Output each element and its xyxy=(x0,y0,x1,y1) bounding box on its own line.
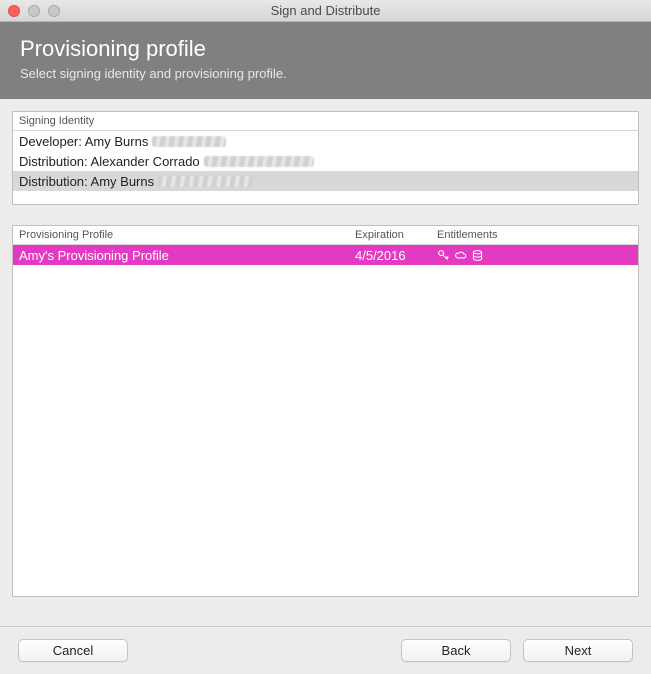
content-area: Signing Identity Developer: Amy Burns Dis… xyxy=(0,99,651,597)
page-title: Provisioning profile xyxy=(20,36,631,62)
provisioning-profile-row[interactable]: Amy's Provisioning Profile4/5/2016 xyxy=(13,245,638,265)
signing-identity-header: Signing Identity xyxy=(13,112,638,131)
page-subtitle: Select signing identity and provisioning… xyxy=(20,66,631,81)
cancel-button[interactable]: Cancel xyxy=(18,639,128,662)
header-banner: Provisioning profile Select signing iden… xyxy=(0,22,651,99)
provisioning-profile-header: Provisioning Profile Expiration Entitlem… xyxy=(13,226,638,245)
minimize-window-button[interactable] xyxy=(28,5,40,17)
column-header-expiration: Expiration xyxy=(349,226,431,244)
signing-identity-list: Signing Identity Developer: Amy Burns Dis… xyxy=(12,111,639,205)
signing-identity-header-label: Signing Identity xyxy=(19,115,94,127)
titlebar: Sign and Distribute xyxy=(0,0,651,22)
close-window-button[interactable] xyxy=(8,5,20,17)
database-icon xyxy=(471,249,484,262)
next-button[interactable]: Next xyxy=(523,639,633,662)
redacted-text xyxy=(158,176,254,187)
signing-identity-row[interactable]: Developer: Amy Burns xyxy=(13,131,638,151)
signing-identity-label: Developer: Amy Burns xyxy=(19,134,148,149)
window-title: Sign and Distribute xyxy=(0,3,651,18)
back-button[interactable]: Back xyxy=(401,639,511,662)
key-icon xyxy=(437,249,450,262)
footer: Cancel Back Next xyxy=(0,626,651,674)
signing-identity-row[interactable]: Distribution: Alexander Corrado xyxy=(13,151,638,171)
column-header-name: Provisioning Profile xyxy=(13,226,349,244)
signing-identity-row[interactable]: Distribution: Amy Burns xyxy=(13,171,638,191)
zoom-window-button[interactable] xyxy=(48,5,60,17)
profile-name: Amy's Provisioning Profile xyxy=(13,247,349,264)
column-header-entitlements: Entitlements xyxy=(431,226,638,244)
profile-expiration: 4/5/2016 xyxy=(349,247,431,264)
signing-identity-label: Distribution: Amy Burns xyxy=(19,174,154,189)
cloud-icon xyxy=(454,249,467,262)
redacted-text xyxy=(152,136,226,147)
signing-identity-label: Distribution: Alexander Corrado xyxy=(19,154,200,169)
traffic-lights xyxy=(8,5,60,17)
provisioning-profile-list: Provisioning Profile Expiration Entitlem… xyxy=(12,225,639,597)
redacted-text xyxy=(204,156,314,167)
profile-entitlements xyxy=(431,248,638,263)
